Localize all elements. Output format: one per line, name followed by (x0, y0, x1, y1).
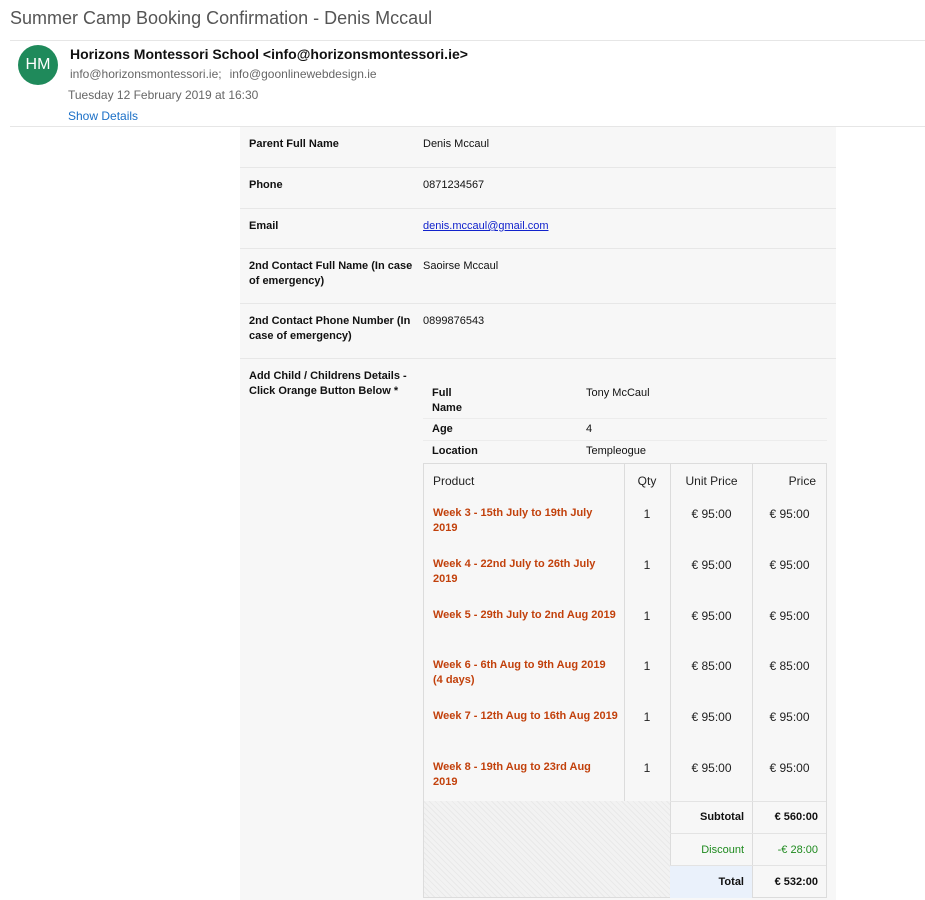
product-name: Week 3 - 15th July to 19th July 2019 (433, 507, 593, 534)
product-unit-price: € 95:00 (691, 558, 732, 572)
email-body: Parent Full Name Denis Mccaul Phone 0871… (240, 127, 836, 900)
product-qty: 1 (643, 558, 651, 572)
field-value: 0899876543 (423, 315, 485, 327)
total-value: € 532:00 (774, 876, 818, 888)
child-label: Location (432, 445, 478, 457)
child-label: Full Name (432, 387, 462, 414)
recipient: info@goonlinewebdesign.ie (229, 67, 377, 81)
product-price: € 95:00 (769, 710, 810, 724)
field-label: Add Child / Childrens Details - Click Or… (249, 370, 407, 397)
child-row-age: Age 4 (423, 419, 827, 441)
child-value: Templeogue (586, 445, 646, 457)
product-unit-price: € 85:00 (691, 659, 732, 673)
total-row: Total € 532:00 (670, 865, 826, 898)
child-row-full-name: Full Name Tony McCaul (423, 383, 827, 419)
product-price: € 95:00 (769, 558, 810, 572)
product-qty: 1 (643, 609, 651, 623)
field-row-2nd-contact-name: 2nd Contact Full Name (In case of emerge… (240, 249, 836, 304)
col-header-unit-price: Unit Price (685, 474, 738, 488)
field-value: Denis Mccaul (423, 138, 490, 150)
email-link[interactable]: denis.mccaul@gmail.com (423, 220, 549, 232)
product-price: € 95:00 (769, 609, 810, 623)
product-price: € 85:00 (769, 659, 810, 673)
field-label: Parent Full Name (249, 138, 339, 150)
field-label: 2nd Contact Phone Number (In case of eme… (249, 315, 411, 342)
discount-label: Discount (701, 844, 744, 856)
product-unit-price: € 95:00 (691, 609, 732, 623)
child-value: 4 (586, 423, 593, 435)
sender-name: Horizons Montessori School <info@horizon… (70, 46, 468, 62)
product-unit-price: € 95:00 (691, 507, 732, 521)
child-value: Tony McCaul (586, 387, 650, 399)
product-name: Week 4 - 22nd July to 26th July 2019 (433, 558, 596, 585)
field-label: 2nd Contact Full Name (In case of emerge… (249, 260, 413, 287)
product-name: Week 5 - 29th July to 2nd Aug 2019 (433, 609, 616, 621)
col-header-product: Product (433, 474, 475, 488)
email-date: Tuesday 12 February 2019 at 16:30 (68, 88, 259, 102)
field-row-phone: Phone 0871234567 (240, 168, 836, 209)
discount-value: -€ 28:00 (777, 844, 818, 856)
product-name: Week 6 - 6th Aug to 9th Aug 2019 (4 days… (433, 659, 606, 686)
child-label: Age (432, 423, 453, 435)
col-header-price: Price (788, 474, 816, 488)
recipient: info@horizonsmontessori.ie; (70, 67, 222, 81)
divider (10, 40, 925, 41)
show-details-link[interactable]: Show Details (68, 109, 138, 123)
field-row-2nd-contact-phone: 2nd Contact Phone Number (In case of eme… (240, 304, 836, 359)
child-row-location: Location Templeogue (423, 441, 827, 462)
product-qty: 1 (643, 507, 651, 521)
hatched-filler (424, 801, 670, 897)
total-label: Total (718, 876, 744, 888)
sender-avatar: HM (18, 45, 58, 85)
products-table: Product Qty Unit Price Price Week 3 - 15… (423, 463, 827, 898)
field-value: 0871234567 (423, 179, 485, 191)
product-name: Week 7 - 12th Aug to 16th Aug 2019 (433, 710, 618, 722)
email-subject: Summer Camp Booking Confirmation - Denis… (10, 8, 433, 28)
recipients: info@horizonsmontessori.ie; info@goonline… (70, 67, 385, 81)
product-price: € 95:00 (769, 507, 810, 521)
product-qty: 1 (643, 710, 651, 724)
field-row-parent-name: Parent Full Name Denis Mccaul (240, 127, 836, 168)
discount-row: Discount -€ 28:00 (670, 833, 826, 866)
field-row-email: Email denis.mccaul@gmail.com (240, 209, 836, 249)
product-price: € 95:00 (769, 761, 810, 775)
product-name: Week 8 - 19th Aug to 23rd Aug 2019 (433, 761, 591, 788)
subtotal-value: € 560:00 (774, 811, 818, 823)
field-label: Email (249, 220, 279, 232)
subtotal-row: Subtotal € 560:00 (670, 801, 826, 834)
product-unit-price: € 95:00 (691, 710, 732, 724)
product-unit-price: € 95:00 (691, 761, 732, 775)
field-value: denis.mccaul@gmail.com (423, 219, 549, 234)
product-qty: 1 (643, 761, 651, 775)
subtotal-label: Subtotal (700, 811, 744, 823)
product-qty: 1 (643, 659, 651, 673)
field-label: Phone (249, 179, 283, 191)
col-header-qty: Qty (637, 474, 657, 488)
field-value: Saoirse Mccaul (423, 260, 499, 272)
